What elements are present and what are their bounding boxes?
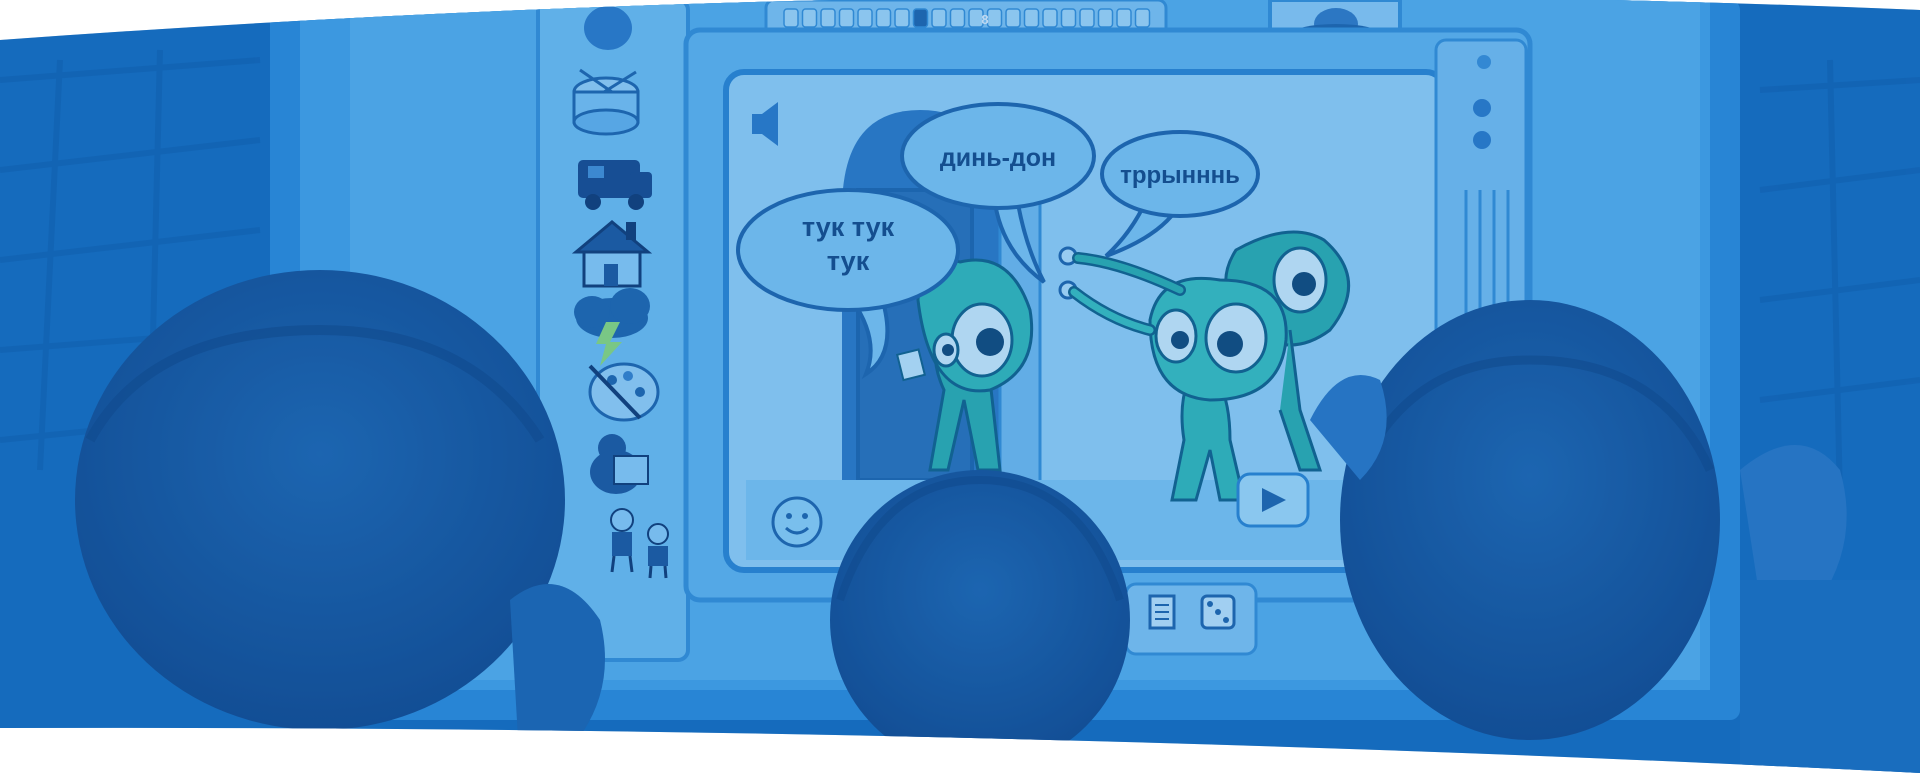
photo-illustration: 8 тук тук тук динь-дон тррынннь <box>0 0 1920 773</box>
blue-tint-overlay <box>0 0 1920 773</box>
classroom-photo-banner: 8 тук тук тук динь-дон тррынннь <box>0 0 1920 773</box>
